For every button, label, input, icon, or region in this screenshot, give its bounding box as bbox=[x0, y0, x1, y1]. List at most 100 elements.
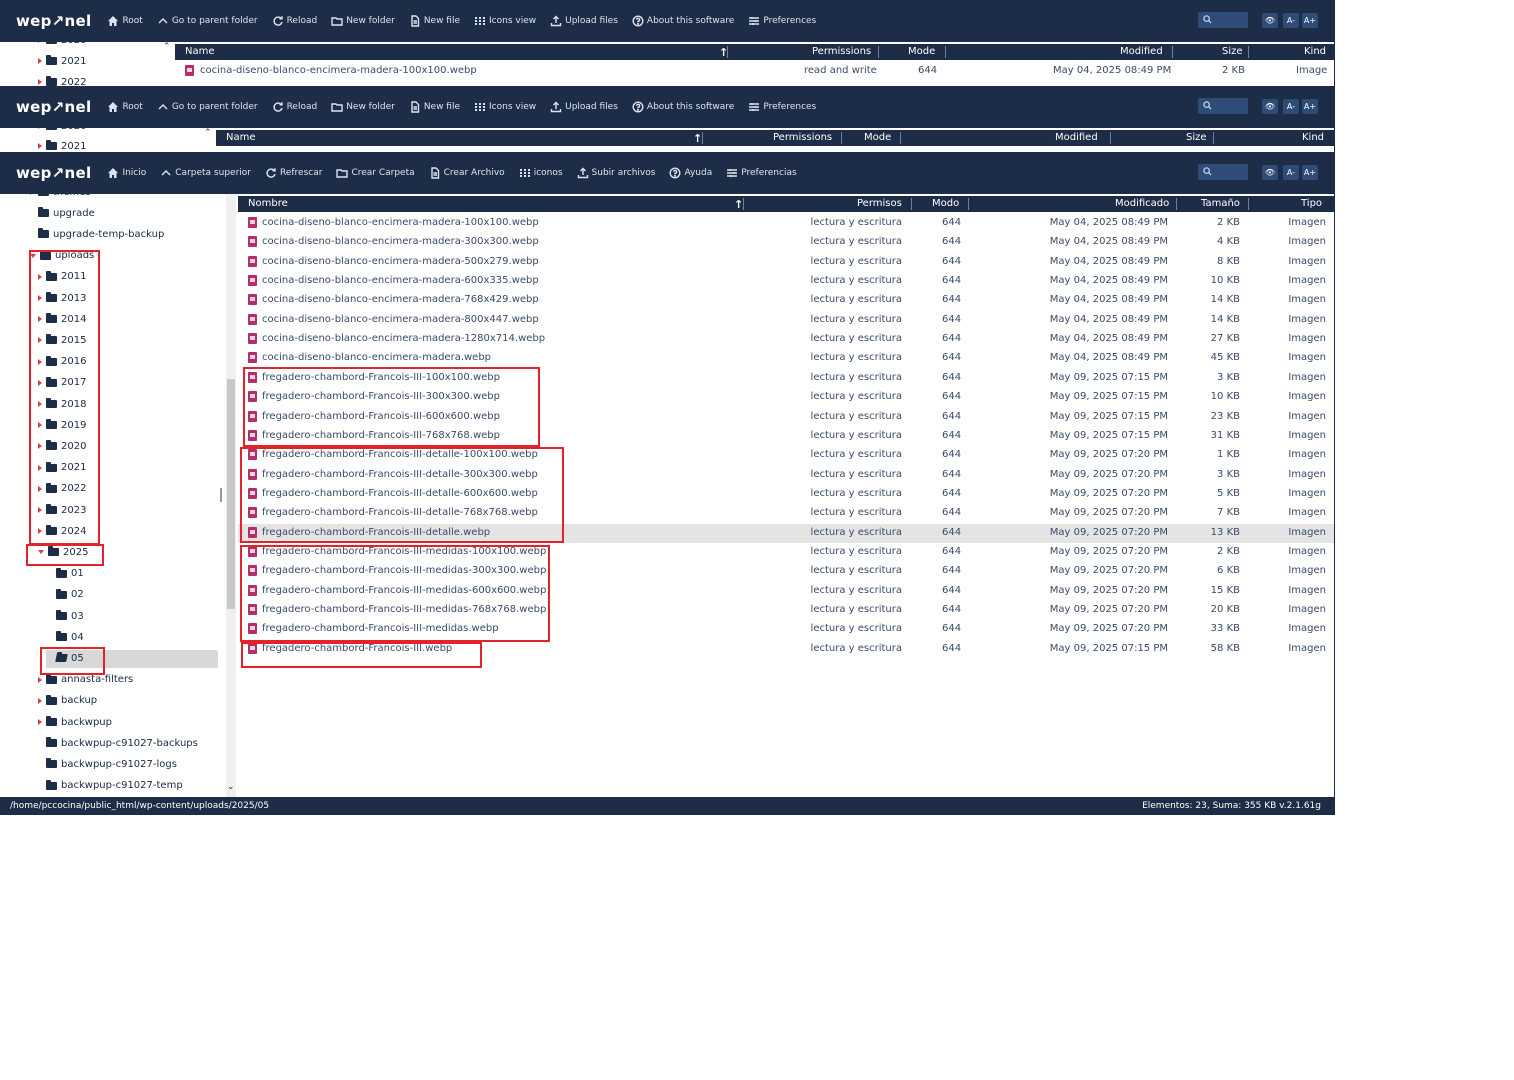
col-divider[interactable] bbox=[743, 198, 744, 210]
tree-item-backwpup-c91027-logs[interactable]: backwpup-c91027-logs bbox=[38, 754, 177, 774]
col-size[interactable]: Size bbox=[1186, 132, 1207, 143]
tree-item-backwpup-c91027-backups[interactable]: backwpup-c91027-backups bbox=[38, 733, 198, 753]
tree-item-backwpup[interactable]: backwpup bbox=[38, 712, 112, 732]
parent-button[interactable]: Go to parent folder bbox=[157, 101, 258, 113]
tree-item-03[interactable]: 03 bbox=[48, 606, 84, 626]
col-size[interactable]: Tamaño bbox=[1201, 198, 1240, 209]
col-kind[interactable]: Tipo bbox=[1301, 198, 1322, 209]
new-folder-button[interactable]: New folder bbox=[331, 15, 395, 27]
reload-button[interactable]: Reload bbox=[272, 15, 317, 27]
upload-button[interactable]: Upload files bbox=[550, 15, 618, 27]
col-divider[interactable] bbox=[968, 198, 969, 210]
font-increase-button[interactable]: A+ bbox=[1302, 99, 1318, 114]
new-folder-button[interactable]: Crear Carpeta bbox=[336, 167, 415, 179]
app-logo[interactable]: wep↗nel bbox=[16, 164, 91, 182]
table-row[interactable]: cocina-diseno-blanco-encimera-madera-100… bbox=[238, 214, 1334, 233]
col-name[interactable]: Nombre bbox=[248, 198, 288, 209]
tree-item[interactable]: 2020 bbox=[38, 128, 86, 136]
scroll-up-icon[interactable]: ⌃ bbox=[163, 42, 171, 52]
prefs-button[interactable]: Preferencias bbox=[726, 167, 797, 179]
parent-button[interactable]: Carpeta superior bbox=[160, 167, 251, 179]
expand-arrow-icon[interactable] bbox=[38, 128, 42, 129]
new-folder-button[interactable]: New folder bbox=[331, 101, 395, 113]
reload-button[interactable]: Reload bbox=[272, 101, 317, 113]
sort-arrow-icon[interactable]: ↑ bbox=[693, 132, 702, 145]
root-button[interactable]: Root bbox=[107, 101, 143, 113]
scroll-down-icon[interactable]: ⌄ bbox=[227, 782, 235, 792]
col-divider[interactable] bbox=[878, 46, 879, 58]
prefs-button[interactable]: Preferences bbox=[748, 101, 816, 113]
col-permissions[interactable]: Permissions bbox=[773, 132, 832, 143]
table-row[interactable]: cocina-diseno-blanco-encimera-madera-600… bbox=[238, 272, 1334, 291]
eye-icon[interactable]: 👁 bbox=[1262, 165, 1278, 180]
icons-view-button[interactable]: iconos bbox=[519, 167, 563, 179]
tree-item-themes[interactable]: themes bbox=[30, 194, 91, 202]
col-modified[interactable]: Modified bbox=[1120, 46, 1163, 57]
font-increase-button[interactable]: A+ bbox=[1302, 13, 1318, 28]
expand-arrow-icon[interactable] bbox=[30, 194, 34, 195]
col-divider[interactable] bbox=[1172, 46, 1173, 58]
app-logo[interactable]: wep↗nel bbox=[16, 12, 91, 30]
icons-view-button[interactable]: Icons view bbox=[474, 101, 536, 113]
col-divider[interactable] bbox=[900, 132, 901, 144]
font-decrease-button[interactable]: A- bbox=[1283, 13, 1299, 28]
root-button[interactable]: Root bbox=[107, 15, 143, 27]
tree-scroll-thumb[interactable] bbox=[227, 379, 235, 609]
expand-arrow-icon[interactable] bbox=[38, 719, 42, 725]
tree-item[interactable]: 2020 bbox=[38, 42, 86, 50]
expand-arrow-icon[interactable] bbox=[38, 42, 42, 43]
col-divider[interactable] bbox=[727, 46, 728, 58]
table-row[interactable]: cocina-diseno-blanco-encimera-madera-300… bbox=[238, 233, 1334, 252]
prefs-button[interactable]: Preferences bbox=[748, 15, 816, 27]
search-input[interactable] bbox=[1198, 98, 1248, 114]
col-mode[interactable]: Mode bbox=[864, 132, 891, 143]
tree-item-upgrade[interactable]: upgrade bbox=[30, 203, 95, 223]
icons-view-button[interactable]: Icons view bbox=[474, 15, 536, 27]
font-decrease-button[interactable]: A- bbox=[1283, 165, 1299, 180]
font-increase-button[interactable]: A+ bbox=[1302, 165, 1318, 180]
search-input[interactable] bbox=[1198, 164, 1248, 180]
col-divider[interactable] bbox=[1176, 198, 1177, 210]
col-divider[interactable] bbox=[841, 132, 842, 144]
col-size[interactable]: Size bbox=[1222, 46, 1243, 57]
tree-item[interactable]: 2021 bbox=[38, 136, 86, 152]
reload-button[interactable]: Refrescar bbox=[265, 167, 322, 179]
table-row[interactable]: cocina-diseno-blanco-encimera-madera.web… bbox=[238, 349, 1334, 368]
parent-button[interactable]: Go to parent folder bbox=[157, 15, 258, 27]
about-button[interactable]: About this software bbox=[632, 101, 734, 113]
col-mode[interactable]: Mode bbox=[908, 46, 935, 57]
col-divider[interactable] bbox=[911, 198, 912, 210]
tree-scrollbar[interactable] bbox=[226, 194, 236, 797]
sort-arrow-icon[interactable]: ↑ bbox=[734, 198, 743, 211]
expand-arrow-icon[interactable] bbox=[38, 143, 42, 149]
eye-icon[interactable]: 👁 bbox=[1262, 99, 1278, 114]
table-row[interactable]: cocina-diseno-blanco-encimera-madera-500… bbox=[238, 253, 1334, 272]
expand-arrow-icon[interactable] bbox=[38, 676, 42, 683]
col-divider[interactable] bbox=[1110, 132, 1111, 144]
upload-button[interactable]: Upload files bbox=[550, 101, 618, 113]
root-button[interactable]: Inicio bbox=[107, 167, 146, 179]
scroll-up-icon[interactable]: ⌃ bbox=[204, 128, 212, 138]
col-permissions[interactable]: Permisos bbox=[857, 198, 902, 209]
about-button[interactable]: About this software bbox=[632, 15, 734, 27]
eye-icon[interactable]: 👁 bbox=[1262, 13, 1278, 28]
tree-item-backwpup-c91027-temp[interactable]: backwpup-c91027-temp bbox=[38, 776, 183, 796]
tree-item-backup[interactable]: backup bbox=[38, 691, 97, 711]
col-kind[interactable]: Kind bbox=[1302, 132, 1324, 143]
tree-item-upgrade-temp-backup[interactable]: upgrade-temp-backup bbox=[30, 224, 164, 244]
col-name[interactable]: Name bbox=[226, 132, 256, 143]
col-divider[interactable] bbox=[702, 132, 703, 144]
table-row[interactable]: cocina-diseno-blanco-encimera-madera-128… bbox=[238, 330, 1334, 349]
table-row[interactable]: cocina-diseno-blanco-encimera-madera-768… bbox=[238, 291, 1334, 310]
table-row[interactable]: cocina-diseno-blanco-encimera-madera-100… bbox=[175, 62, 1334, 81]
col-kind[interactable]: Kind bbox=[1304, 46, 1326, 57]
expand-arrow-icon[interactable] bbox=[38, 697, 42, 704]
upload-button[interactable]: Subir archivos bbox=[577, 167, 655, 179]
col-modified[interactable]: Modified bbox=[1055, 132, 1098, 143]
tree-item[interactable]: 2022 bbox=[38, 72, 86, 86]
app-logo[interactable]: wep↗nel bbox=[16, 98, 91, 116]
col-divider[interactable] bbox=[1248, 198, 1249, 210]
col-modified[interactable]: Modificado bbox=[1115, 198, 1169, 209]
table-row[interactable]: cocina-diseno-blanco-encimera-madera-800… bbox=[238, 311, 1334, 330]
tree-item-04[interactable]: 04 bbox=[48, 627, 84, 647]
